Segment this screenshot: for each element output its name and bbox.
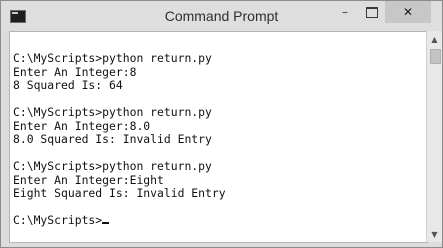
maximize-icon — [366, 6, 378, 18]
scroll-up-icon[interactable]: ▲ — [427, 34, 442, 46]
minimize-button[interactable]: – — [331, 1, 359, 23]
console-text: C:\MyScripts>python return.py Enter An In… — [10, 32, 427, 228]
maximize-button[interactable] — [359, 1, 385, 23]
console-line: 8.0 Squared Is: Invalid Entry — [13, 132, 212, 146]
console-line: Enter An Integer:8 — [13, 64, 137, 79]
scroll-thumb[interactable] — [430, 49, 441, 64]
close-button[interactable]: ✕ — [385, 1, 431, 23]
scroll-down-icon[interactable]: ▼ — [427, 229, 442, 241]
vertical-scrollbar[interactable]: ▲ ▼ — [426, 31, 442, 242]
command-prompt-window: Command Prompt – ✕ C:\MyScripts>python r… — [0, 0, 443, 248]
prompt-text: C:\MyScripts> — [13, 213, 103, 227]
console-line: C:\MyScripts>python return.py — [13, 159, 212, 173]
text-cursor — [102, 222, 110, 224]
console-output[interactable]: C:\MyScripts>python return.py Enter An In… — [9, 31, 428, 243]
console-line: 8 Squared Is: 64 — [13, 78, 123, 92]
console-line: C:\MyScripts>python return.py — [13, 105, 212, 119]
console-line: Eight Squared Is: Invalid Entry — [13, 186, 226, 200]
console-line: Enter An Integer:8.0 — [13, 118, 151, 133]
title-bar[interactable]: Command Prompt – ✕ — [1, 1, 442, 31]
prompt-line: C:\MyScripts> — [13, 213, 427, 228]
console-line: Enter An Integer:Eight — [13, 172, 164, 187]
console-line: C:\MyScripts>python return.py — [13, 51, 212, 65]
